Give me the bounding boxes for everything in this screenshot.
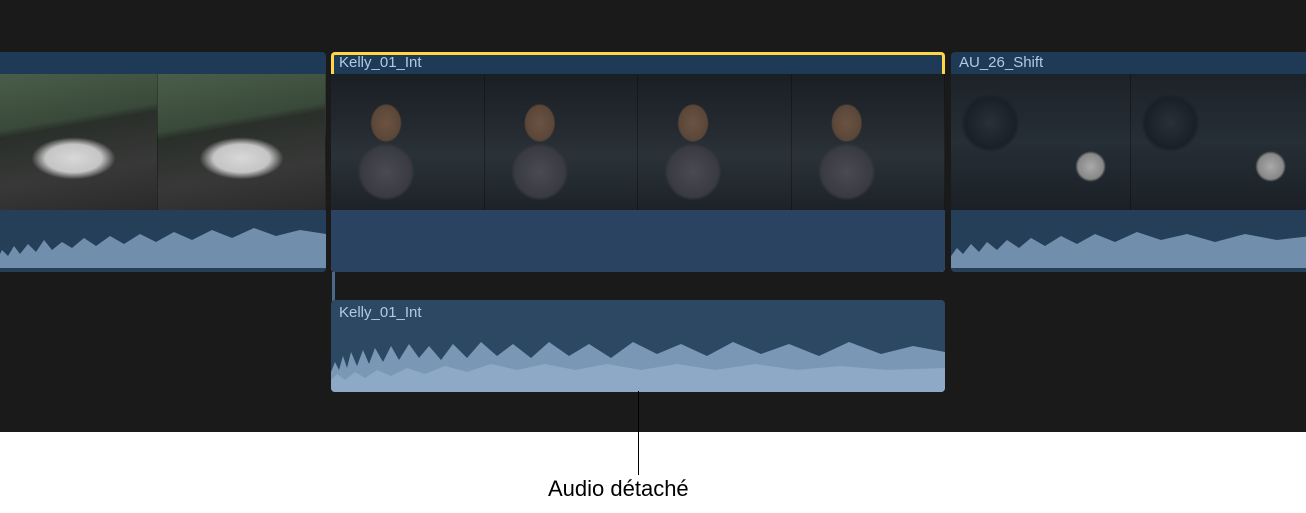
video-clip[interactable]: AU_26_Shift <box>951 52 1306 272</box>
callout-label: Audio détaché <box>548 476 689 502</box>
clip-audio-area <box>0 210 326 272</box>
timeline[interactable]: Kelly_01_Int AU_26_Shift <box>0 0 1306 432</box>
audio-clip-title: Kelly_01_Int <box>339 304 422 321</box>
thumbnail-frame <box>158 74 326 210</box>
connected-audio-lane: Kelly_01_Int <box>0 300 1306 400</box>
clip-title: AU_26_Shift <box>959 54 1043 71</box>
clip-thumbnails <box>0 74 326 210</box>
waveform-icon <box>951 224 1306 268</box>
callout-leader-line <box>638 391 639 475</box>
video-clip-selected[interactable]: Kelly_01_Int <box>331 52 945 272</box>
thumbnail-frame <box>1131 74 1306 210</box>
clip-connector <box>332 272 335 302</box>
detached-audio-clip[interactable]: Kelly_01_Int <box>331 300 945 392</box>
thumbnail-frame <box>0 74 158 210</box>
video-clip[interactable] <box>0 52 326 272</box>
thumbnail-frame <box>792 74 946 210</box>
thumbnail-frame <box>638 74 792 210</box>
waveform-icon <box>0 224 326 268</box>
clip-thumbnails <box>951 74 1306 210</box>
clip-audio-area-empty <box>331 210 945 272</box>
waveform-icon <box>331 332 945 392</box>
primary-storyline: Kelly_01_Int AU_26_Shift <box>0 52 1306 274</box>
clip-audio-area <box>951 210 1306 272</box>
thumbnail-frame <box>331 74 485 210</box>
clip-thumbnails <box>331 74 945 210</box>
thumbnail-frame <box>485 74 639 210</box>
thumbnail-frame <box>951 74 1131 210</box>
clip-title: Kelly_01_Int <box>339 54 422 71</box>
